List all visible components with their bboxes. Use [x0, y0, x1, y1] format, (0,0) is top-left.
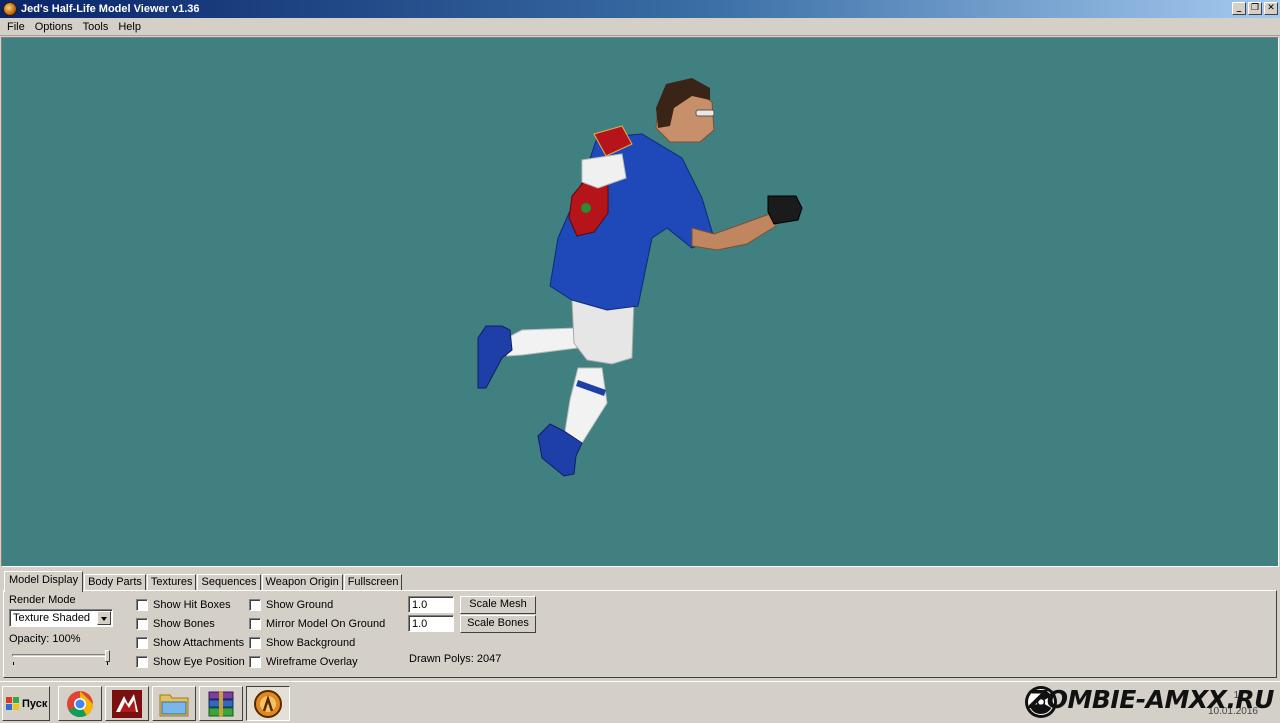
- menu-bar: File Options Tools Help: [0, 18, 1280, 36]
- taskbar-winrar[interactable]: [199, 686, 243, 721]
- checkbox-box[interactable]: [249, 618, 261, 630]
- tab-sequences[interactable]: Sequences: [197, 574, 261, 591]
- checkbox-label: Wireframe Overlay: [266, 656, 358, 668]
- slider-tick: [13, 662, 14, 665]
- taskbar-game-launcher[interactable]: [105, 686, 149, 721]
- chevron-down-icon[interactable]: [97, 611, 111, 625]
- tab-fullscreen[interactable]: Fullscreen: [343, 574, 403, 591]
- wireframe-overlay-checkbox[interactable]: Wireframe Overlay: [249, 655, 358, 669]
- show-background-checkbox[interactable]: Show Background: [249, 636, 355, 650]
- window-controls: _ ❐ ✕: [1232, 2, 1278, 15]
- checkbox-box[interactable]: [136, 599, 148, 611]
- model-viewport[interactable]: [1, 37, 1279, 567]
- game-launcher-icon: [112, 689, 142, 718]
- scale-bones-input[interactable]: 1.0: [408, 615, 454, 632]
- tab-body-parts[interactable]: Body Parts: [84, 574, 146, 591]
- checkbox-box[interactable]: [249, 637, 261, 649]
- checkbox-box[interactable]: [136, 656, 148, 668]
- show-bones-checkbox[interactable]: Show Bones: [136, 617, 215, 631]
- tab-strip: Model Display Body Parts Textures Sequen…: [4, 571, 403, 592]
- checkbox-label: Show Hit Boxes: [153, 599, 231, 611]
- system-tray: 11 10.01.2016 ZOMBIE-AMXX.RU: [1020, 682, 1280, 723]
- half-life-icon: [254, 689, 282, 718]
- chrome-icon: [67, 690, 94, 717]
- checkbox-box[interactable]: [136, 637, 148, 649]
- menu-help[interactable]: Help: [113, 21, 146, 33]
- checkbox-label: Show Eye Position: [153, 656, 245, 668]
- head: [655, 78, 715, 143]
- checkbox-label: Show Ground: [266, 599, 334, 611]
- start-button[interactable]: Пуск: [2, 686, 50, 721]
- menu-tools[interactable]: Tools: [78, 21, 114, 33]
- taskbar: Пуск 11 10.01.2016 ZOMBIE-AMXX.RU: [0, 681, 1280, 723]
- checkbox-label: Mirror Model On Ground: [266, 618, 386, 630]
- checkbox-box[interactable]: [249, 656, 261, 668]
- checkbox-label: Show Attachments: [153, 637, 245, 649]
- show-eye-position-checkbox[interactable]: Show Eye Position: [136, 655, 245, 669]
- close-button[interactable]: ✕: [1264, 2, 1278, 15]
- render-mode-value: Texture Shaded: [13, 612, 91, 624]
- front-leg: [537, 367, 608, 477]
- menu-options[interactable]: Options: [30, 21, 78, 33]
- start-label: Пуск: [22, 697, 48, 710]
- render-mode-select[interactable]: Texture Shaded: [9, 609, 113, 627]
- scale-bones-button[interactable]: Scale Bones: [460, 615, 536, 633]
- scale-mesh-input[interactable]: 1.0: [408, 596, 454, 613]
- model-render: [477, 78, 803, 477]
- checkbox-box[interactable]: [136, 618, 148, 630]
- tab-textures[interactable]: Textures: [146, 574, 197, 591]
- opacity-slider[interactable]: [12, 654, 108, 657]
- glove: [767, 195, 803, 225]
- taskbar-half-life-viewer[interactable]: [246, 686, 290, 721]
- show-attachments-checkbox[interactable]: Show Attachments: [136, 636, 244, 650]
- title-bar: Jed's Half-Life Model Viewer v1.36 _ ❐ ✕: [0, 0, 1280, 18]
- taskbar-explorer[interactable]: [152, 686, 196, 721]
- minimize-button[interactable]: _: [1232, 2, 1246, 15]
- opacity-label: Opacity: 100%: [9, 633, 81, 645]
- menu-file[interactable]: File: [2, 21, 30, 33]
- opacity-slider-thumb[interactable]: [105, 650, 110, 662]
- drawn-polys-label: Drawn Polys: 2047: [409, 653, 502, 665]
- checkbox-label: Show Background: [266, 637, 356, 649]
- back-leg: [477, 325, 578, 389]
- mirror-model-checkbox[interactable]: Mirror Model On Ground: [249, 617, 385, 631]
- winrar-icon: [208, 690, 234, 717]
- taskbar-chrome[interactable]: [58, 686, 102, 721]
- window-title: Jed's Half-Life Model Viewer v1.36: [21, 3, 200, 15]
- windows-logo-icon: [6, 696, 19, 710]
- slider-tick: [107, 662, 108, 665]
- tab-weapon-origin[interactable]: Weapon Origin: [261, 574, 343, 591]
- show-hit-boxes-checkbox[interactable]: Show Hit Boxes: [136, 598, 231, 612]
- render-mode-label: Render Mode: [9, 594, 76, 606]
- tab-model-display[interactable]: Model Display: [4, 571, 84, 592]
- checkbox-label: Show Bones: [153, 618, 215, 630]
- checkbox-box[interactable]: [249, 599, 261, 611]
- watermark-text: ZOMBIE-AMXX.RU: [1029, 685, 1274, 714]
- restore-button[interactable]: ❐: [1248, 2, 1262, 15]
- folder-icon: [159, 694, 189, 716]
- scale-mesh-button[interactable]: Scale Mesh: [460, 596, 536, 614]
- show-ground-checkbox[interactable]: Show Ground: [249, 598, 333, 612]
- app-icon: [3, 2, 17, 16]
